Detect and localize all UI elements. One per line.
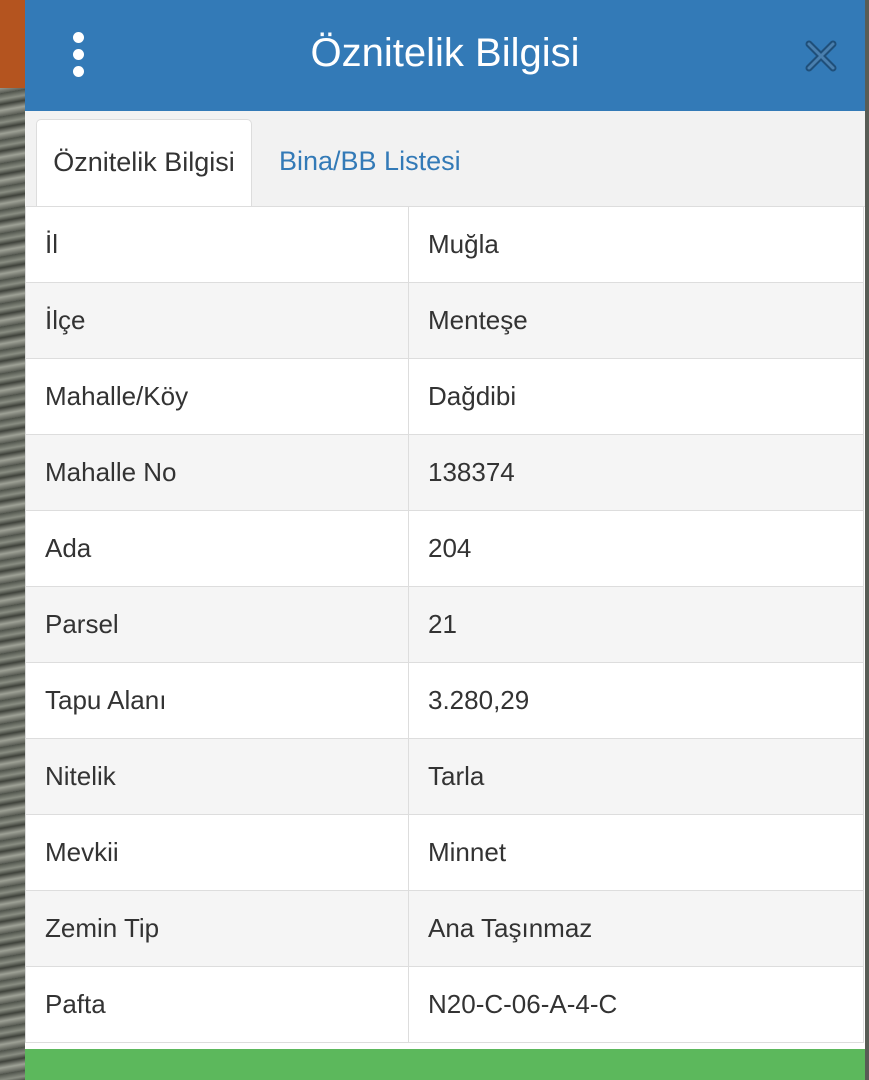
table-row: Pafta N20-C-06-A-4-C bbox=[25, 966, 864, 1043]
attribute-info-panel: Öznitelik Bilgisi Öznitelik Bilgisi Bina… bbox=[25, 0, 865, 1080]
row-key: Tapu Alanı bbox=[25, 662, 409, 739]
attribute-table: İl Muğla İlçe Menteşe Mahalle/Köy Dağdib… bbox=[25, 206, 864, 1043]
tab-bar: Öznitelik Bilgisi Bina/BB Listesi bbox=[25, 111, 865, 207]
row-value: 204 bbox=[408, 510, 864, 587]
table-row: Parsel 21 bbox=[25, 586, 864, 663]
panel-title: Öznitelik Bilgisi bbox=[310, 31, 580, 75]
table-row: Mahalle/Köy Dağdibi bbox=[25, 358, 864, 435]
row-key: Mevkii bbox=[25, 814, 409, 891]
row-key: Ada bbox=[25, 510, 409, 587]
row-value: 21 bbox=[408, 586, 864, 663]
map-background bbox=[0, 0, 28, 1080]
panel-header: Öznitelik Bilgisi bbox=[25, 0, 865, 111]
tab-attribute-info[interactable]: Öznitelik Bilgisi bbox=[36, 119, 252, 207]
row-key: İlçe bbox=[25, 282, 409, 359]
row-value: Ana Taşınmaz bbox=[408, 890, 864, 967]
row-key: Zemin Tip bbox=[25, 890, 409, 967]
row-key: İl bbox=[25, 206, 409, 283]
table-row: İlçe Menteşe bbox=[25, 282, 864, 359]
table-row: Mevkii Minnet bbox=[25, 814, 864, 891]
table-row: Ada 204 bbox=[25, 510, 864, 587]
row-key: Parsel bbox=[25, 586, 409, 663]
footer-action-button[interactable] bbox=[25, 1049, 865, 1080]
table-row: Nitelik Tarla bbox=[25, 738, 864, 815]
row-value: Dağdibi bbox=[408, 358, 864, 435]
row-key: Pafta bbox=[25, 966, 409, 1043]
table-row: İl Muğla bbox=[25, 206, 864, 283]
row-value: 3.280,29 bbox=[408, 662, 864, 739]
map-background-right bbox=[865, 0, 869, 1080]
table-row: Zemin Tip Ana Taşınmaz bbox=[25, 890, 864, 967]
row-key: Mahalle No bbox=[25, 434, 409, 511]
table-row: Mahalle No 138374 bbox=[25, 434, 864, 511]
table-row: Tapu Alanı 3.280,29 bbox=[25, 662, 864, 739]
close-icon[interactable] bbox=[801, 36, 841, 76]
row-value: N20-C-06-A-4-C bbox=[408, 966, 864, 1043]
map-background-highlight bbox=[0, 0, 28, 88]
row-value: 138374 bbox=[408, 434, 864, 511]
close-icon-glyph bbox=[805, 40, 837, 72]
tab-building-list[interactable]: Bina/BB Listesi bbox=[279, 119, 461, 203]
row-key: Mahalle/Köy bbox=[25, 358, 409, 435]
row-value: Minnet bbox=[408, 814, 864, 891]
row-value: Muğla bbox=[408, 206, 864, 283]
row-value: Tarla bbox=[408, 738, 864, 815]
row-value: Menteşe bbox=[408, 282, 864, 359]
row-key: Nitelik bbox=[25, 738, 409, 815]
